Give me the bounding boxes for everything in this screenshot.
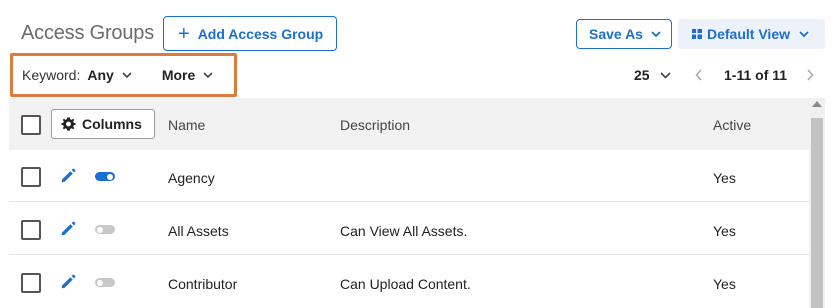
row-checkbox[interactable] — [21, 167, 41, 187]
chevron-right-icon[interactable] — [805, 67, 815, 83]
active-toggle[interactable] — [95, 172, 115, 181]
table-row[interactable] — [9, 150, 809, 202]
columns-button[interactable]: Columns — [51, 109, 155, 139]
column-header-description[interactable]: Description — [340, 117, 410, 133]
row-checkbox[interactable] — [21, 220, 41, 240]
pencil-icon[interactable] — [59, 166, 78, 185]
keyword-label: Keyword: — [22, 67, 81, 83]
column-header-name[interactable]: Name — [168, 117, 205, 133]
default-view-button[interactable]: Default View — [678, 19, 825, 49]
columns-label: Columns — [82, 116, 142, 132]
row-name: Contributor — [168, 276, 238, 292]
pencil-icon[interactable] — [59, 219, 78, 238]
row-description: Can View All Assets. — [340, 223, 468, 239]
keyword-filter[interactable]: Any — [87, 67, 113, 83]
per-page-select[interactable]: 25 — [634, 67, 650, 83]
page-title: Access Groups — [21, 22, 155, 44]
chevron-left-icon[interactable] — [694, 67, 704, 83]
gear-icon — [61, 116, 76, 131]
row-name: All Assets — [168, 223, 229, 239]
column-header-active[interactable]: Active — [713, 117, 751, 133]
active-toggle[interactable] — [95, 225, 115, 234]
scrollbar-thumb[interactable] — [811, 118, 823, 308]
plus-icon: + — [178, 22, 190, 45]
save-as-button[interactable]: Save As — [576, 19, 672, 49]
more-filters-button[interactable]: More — [162, 67, 195, 83]
row-description: Can Upload Content. — [340, 276, 471, 292]
pencil-icon[interactable] — [59, 272, 78, 291]
default-view-label: Default View — [707, 26, 790, 42]
chevron-down-icon[interactable] — [660, 67, 671, 83]
chevron-down-icon[interactable] — [122, 71, 132, 79]
pagination-range: 1-11 of 11 — [724, 67, 788, 83]
select-all-checkbox[interactable] — [21, 115, 41, 135]
row-active: Yes — [713, 276, 736, 292]
chevron-down-icon[interactable] — [203, 71, 213, 79]
chevron-down-icon — [651, 30, 661, 37]
chevron-down-icon — [799, 30, 809, 37]
scroll-up-arrow-icon[interactable] — [812, 101, 822, 107]
add-access-group-label: Add Access Group — [197, 25, 324, 42]
row-active: Yes — [713, 170, 736, 186]
active-toggle[interactable] — [95, 278, 115, 287]
row-name: Agency — [168, 170, 215, 186]
row-checkbox[interactable] — [21, 273, 41, 293]
add-access-group-button[interactable]: + Add Access Group — [163, 16, 337, 51]
row-active: Yes — [713, 223, 736, 239]
grid-icon — [692, 29, 702, 39]
filter-bar: Keyword: Any More — [10, 53, 237, 97]
save-as-label: Save As — [589, 26, 643, 42]
